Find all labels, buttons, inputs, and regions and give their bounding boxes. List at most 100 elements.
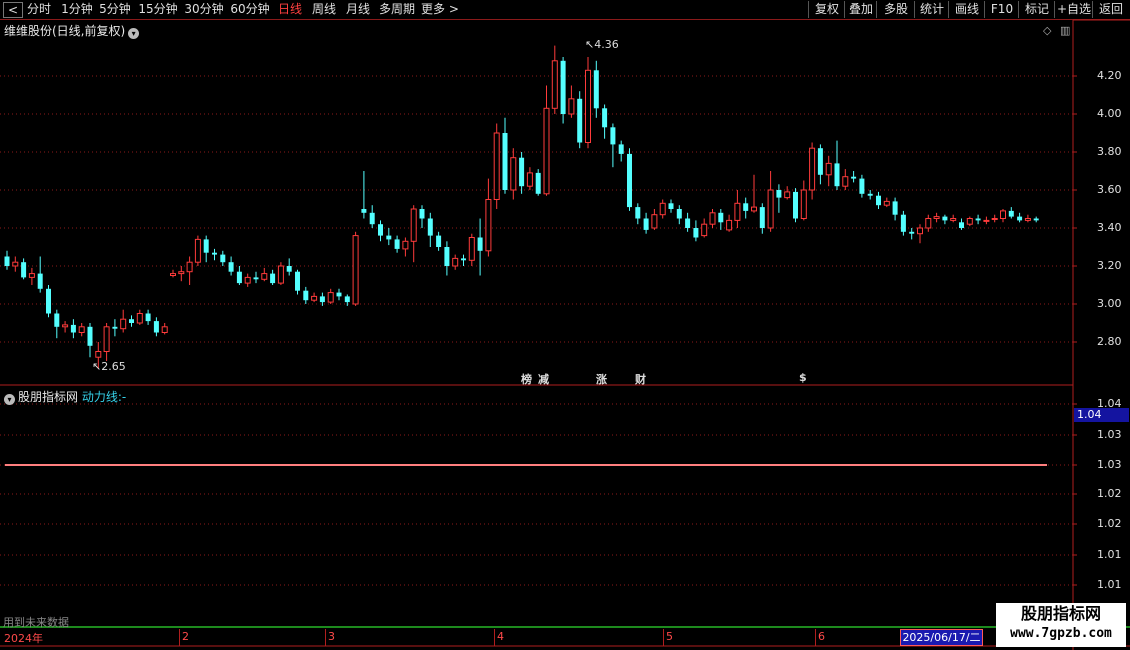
high-price-value: 4.36 bbox=[594, 38, 619, 51]
candle-body bbox=[668, 203, 674, 209]
candle-body bbox=[577, 98, 583, 143]
candle-body bbox=[991, 218, 998, 220]
candle bbox=[842, 169, 849, 190]
cursor-date-label: 2025/06/17/二 bbox=[900, 629, 983, 646]
current-value-box: 1.04 bbox=[1074, 408, 1129, 422]
candle bbox=[78, 323, 85, 337]
candle bbox=[793, 188, 798, 223]
candle-body bbox=[867, 193, 873, 196]
candle bbox=[70, 319, 76, 339]
candle bbox=[236, 266, 242, 285]
candle bbox=[352, 231, 359, 306]
candle-body bbox=[1017, 216, 1023, 221]
candle-body bbox=[676, 209, 682, 219]
candle bbox=[551, 45, 558, 114]
candle-body bbox=[535, 172, 541, 194]
kline-chart[interactable] bbox=[0, 0, 1130, 650]
candle bbox=[54, 309, 60, 339]
candle bbox=[817, 144, 823, 185]
candle bbox=[394, 235, 400, 253]
candle-body bbox=[54, 313, 60, 327]
candle-body bbox=[966, 218, 973, 225]
candle-body bbox=[261, 273, 268, 280]
date-tick bbox=[325, 629, 326, 646]
candle-body bbox=[618, 144, 624, 154]
marker-dollar[interactable]: $ bbox=[799, 371, 807, 384]
candle-body bbox=[21, 262, 27, 278]
candle bbox=[784, 186, 791, 200]
marker-jian[interactable]: 减 bbox=[538, 371, 549, 387]
indicator-axis-label: 1.01 bbox=[1097, 548, 1122, 561]
candle bbox=[485, 178, 492, 257]
indicator-name: 股朋指标网 bbox=[18, 390, 79, 404]
candle bbox=[286, 258, 292, 276]
candle-body bbox=[386, 235, 392, 240]
candle-body bbox=[1000, 210, 1006, 219]
candle-body bbox=[734, 202, 741, 221]
candle bbox=[203, 235, 209, 263]
candle bbox=[950, 214, 957, 223]
candle-body bbox=[236, 271, 242, 284]
candle-body bbox=[933, 216, 940, 220]
date-label: 6 bbox=[818, 630, 825, 643]
candle bbox=[867, 190, 873, 200]
candle-body bbox=[659, 202, 666, 216]
candle-body bbox=[793, 191, 798, 219]
indicator-title[interactable]: ▾ 股朋指标网 动力线:- bbox=[4, 388, 126, 405]
candle bbox=[153, 317, 159, 337]
candle-body bbox=[468, 237, 475, 261]
marker-zhang[interactable]: 涨 bbox=[596, 371, 607, 387]
candle-body bbox=[319, 296, 325, 303]
candle bbox=[145, 309, 151, 325]
candle-body bbox=[1033, 218, 1039, 221]
watermark-url: www.7gpzb.com bbox=[1010, 626, 1112, 641]
candle bbox=[851, 171, 857, 183]
candle-body bbox=[743, 203, 749, 211]
date-label: 2 bbox=[182, 630, 189, 643]
candle bbox=[410, 205, 417, 263]
candle bbox=[975, 214, 981, 225]
candle-body bbox=[925, 218, 932, 229]
candle bbox=[327, 288, 334, 304]
price-axis-label: 3.40 bbox=[1097, 221, 1122, 234]
candle-body bbox=[95, 351, 102, 358]
candle-body bbox=[452, 257, 459, 267]
candle-body bbox=[800, 189, 807, 219]
candle bbox=[668, 199, 674, 213]
candle bbox=[602, 104, 608, 139]
candle-body bbox=[344, 296, 350, 303]
marker-cai[interactable]: 财 bbox=[635, 371, 646, 387]
date-label: 4 bbox=[497, 630, 504, 643]
candle bbox=[452, 254, 459, 270]
candle bbox=[834, 140, 840, 190]
candle-body bbox=[917, 227, 923, 235]
candle bbox=[436, 231, 442, 251]
candle bbox=[593, 60, 599, 118]
chevron-down-icon[interactable]: ▾ bbox=[4, 394, 15, 405]
candle-body bbox=[4, 256, 10, 266]
candle-body bbox=[726, 219, 733, 231]
low-price-label: ↖2.65 bbox=[92, 360, 126, 373]
candle bbox=[560, 57, 566, 124]
candle bbox=[444, 241, 450, 276]
marker-bang[interactable]: 榜 bbox=[521, 371, 532, 387]
candle-body bbox=[651, 214, 658, 229]
candle-body bbox=[161, 326, 168, 333]
candle-body bbox=[585, 69, 591, 143]
candle-body bbox=[394, 239, 400, 249]
candle-body bbox=[643, 218, 649, 230]
candle bbox=[136, 309, 143, 325]
date-tick bbox=[494, 629, 495, 646]
candle-body bbox=[502, 133, 508, 190]
candle bbox=[585, 57, 591, 149]
candle-body bbox=[876, 195, 881, 206]
candle bbox=[1000, 209, 1006, 223]
date-label: 3 bbox=[328, 630, 335, 643]
candle bbox=[295, 269, 300, 295]
candle-body bbox=[543, 107, 550, 195]
candle-body bbox=[784, 191, 791, 199]
candle bbox=[186, 256, 193, 285]
candle bbox=[277, 262, 284, 285]
candle bbox=[103, 323, 110, 361]
indicator-axis-label: 1.03 bbox=[1097, 458, 1122, 471]
